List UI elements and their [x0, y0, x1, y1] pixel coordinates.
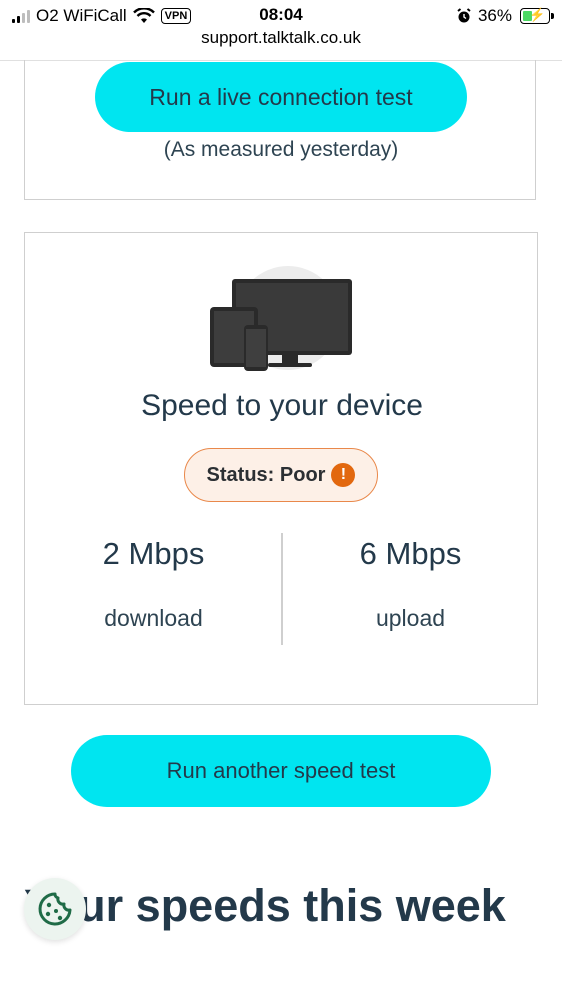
devices-icon: [210, 266, 352, 371]
live-test-card: Run a live connection test (As measured …: [24, 60, 536, 200]
device-speed-title: Speed to your device: [141, 389, 423, 422]
status-text: Status: Poor: [206, 463, 326, 486]
status-bar-right: 36% ⚡: [456, 6, 554, 26]
warning-icon: !: [331, 463, 356, 487]
status-badge: Status: Poor !: [184, 448, 378, 502]
upload-speed: 6 Mbps upload: [282, 536, 539, 632]
download-label: download: [104, 605, 203, 631]
device-speed-card: Speed to your device Status: Poor ! 2 Mb…: [24, 232, 538, 705]
run-another-speed-test-button[interactable]: Run another speed test: [71, 735, 491, 807]
battery-percent: 36%: [477, 6, 512, 25]
upload-label: upload: [375, 605, 446, 631]
cookie-icon: [38, 892, 72, 926]
battery-icon: ⚡: [520, 8, 554, 24]
download-value: 2 Mbps: [102, 536, 205, 571]
url-bar[interactable]: support.talktalk.co.uk: [0, 28, 562, 48]
run-live-test-button[interactable]: Run a live connection test: [95, 62, 467, 132]
upload-value: 6 Mbps: [359, 536, 462, 571]
section-heading: Your speeds this week: [24, 880, 506, 931]
cookie-settings-button[interactable]: [24, 878, 86, 940]
measured-note: (As measured yesterday): [163, 138, 399, 161]
alarm-icon: [457, 8, 471, 23]
download-speed: 2 Mbps download: [25, 536, 282, 632]
status-bar: O2 WiFiCall VPN 08:04 36% ⚡: [0, 0, 562, 30]
